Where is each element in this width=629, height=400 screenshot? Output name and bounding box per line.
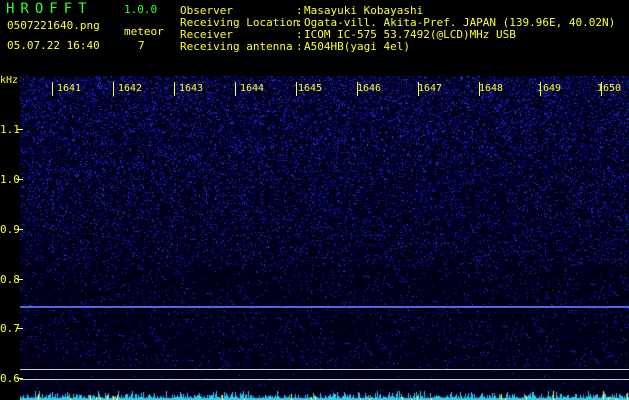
x-tick-label: 1649	[537, 83, 562, 94]
x-tick-label: 1646	[357, 83, 382, 94]
reference-line-lower	[20, 379, 629, 380]
antenna-value: A504HB(yagi 4el)	[304, 40, 410, 53]
antenna-colon: :	[296, 40, 303, 53]
y-tick-mark	[17, 179, 23, 180]
x-tick-mark	[113, 82, 114, 96]
x-tick-label: 1641	[57, 83, 82, 94]
x-tick-label: 1648	[479, 83, 504, 94]
meteor-count: 7	[138, 39, 145, 52]
x-tick-label: 1650	[597, 83, 622, 94]
x-tick-mark	[296, 82, 297, 96]
x-tick-mark	[52, 82, 53, 96]
x-tick-label: 1642	[118, 83, 143, 94]
antenna-label: Receiving antenna	[180, 40, 293, 53]
y-tick-mark	[17, 328, 23, 329]
app-version: 1.0.0	[124, 3, 158, 16]
x-tick-mark	[235, 82, 236, 96]
app-title: HROFFT	[6, 1, 93, 17]
y-tick-mark	[17, 279, 23, 280]
y-tick-mark	[17, 229, 23, 230]
carrier-line	[20, 306, 629, 308]
x-tick-label: 1647	[418, 83, 443, 94]
y-unit-label: kHz	[0, 75, 19, 86]
reference-line-upper	[20, 369, 629, 370]
x-tick-mark	[174, 82, 175, 96]
x-tick-label: 1643	[179, 83, 204, 94]
file-name: 0507221640.png	[7, 19, 100, 32]
y-tick-mark	[17, 129, 23, 130]
file-datetime: 05.07.22 16:40	[7, 39, 100, 52]
x-tick-label: 1644	[240, 83, 265, 94]
y-tick-mark	[17, 378, 23, 379]
header-panel: HROFFT 1.0.0 0507221640.png meteor 7 05.…	[0, 0, 629, 76]
x-tick-label: 1645	[298, 83, 323, 94]
meteor-label: meteor	[124, 25, 164, 38]
spectrogram-waterfall	[20, 76, 629, 400]
